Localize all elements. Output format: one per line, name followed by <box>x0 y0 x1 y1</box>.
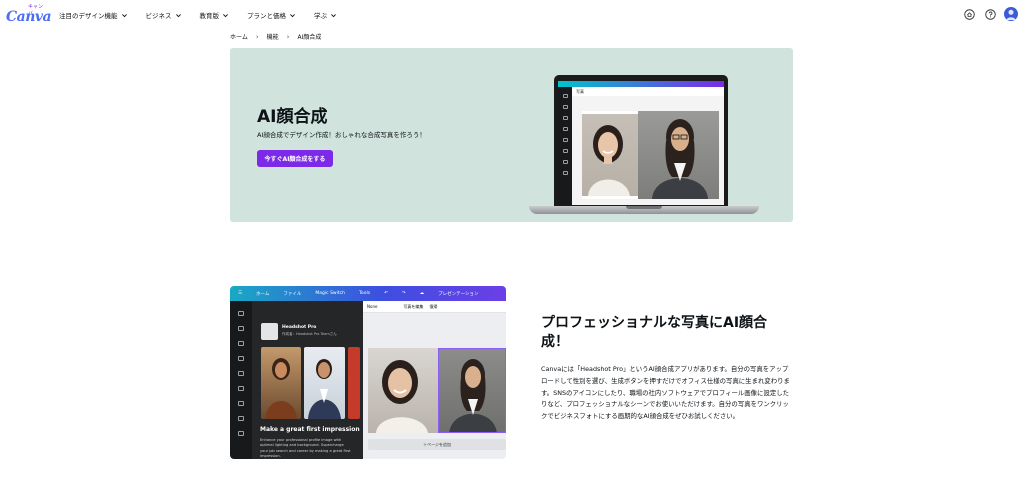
chevron-right-icon: › <box>255 32 259 41</box>
present-button: プレゼンテーション <box>438 291 479 297</box>
editor-toolbar: None 写真を編集 復帰 <box>363 301 506 313</box>
sample-photo-1 <box>261 347 301 419</box>
editor-topbar: ☰ ホーム ファイル Magic Switch Tools ↶ ↷ ☁ プレゼン… <box>230 286 506 301</box>
user-icon <box>1006 9 1016 20</box>
chevron-down-icon <box>121 13 127 17</box>
nav-actions <box>962 7 1018 21</box>
menu-item-education[interactable]: 教育版 <box>200 10 230 20</box>
menu-item-learn[interactable]: 学ぶ <box>314 10 337 20</box>
feature-body: Canvaには「Headshot Pro」というAI顔合成アプリがあります。自分… <box>541 365 790 421</box>
chevron-down-icon <box>175 13 181 17</box>
breadcrumb: ホーム › 機能 › AI顔合成 <box>230 32 322 42</box>
menu-item-label: 学ぶ <box>314 12 327 20</box>
menu-item-label: 教育版 <box>199 12 220 20</box>
home-icon[interactable] <box>962 7 976 21</box>
panel-description: Enhance your professional profile image … <box>260 438 351 458</box>
topbar-tools: Tools <box>358 291 371 296</box>
sample-photo-2 <box>304 347 345 419</box>
cta-button[interactable]: 今すぐAI顔合成をする <box>257 150 333 167</box>
undo-icon: ↶ <box>384 291 388 296</box>
breadcrumb-home[interactable]: ホーム <box>230 32 248 41</box>
add-page-button: ＋ページを追加 <box>368 439 506 450</box>
topbar-home: ホーム <box>256 291 270 297</box>
topbar-magic-switch: Magic Switch <box>315 291 345 296</box>
panel-heading: Make a great first impression <box>260 426 360 433</box>
topbar-file: ファイル <box>283 291 302 297</box>
app-name: Headshot Pro <box>282 325 317 330</box>
chevron-right-icon: › <box>286 32 290 41</box>
portrait-photo-business <box>438 348 506 433</box>
feature-text: プロフェッショナルな写真にAI顔合成！ Canvaには「Headshot Pro… <box>541 314 794 423</box>
topbar-menu-icon: ☰ <box>238 291 243 296</box>
cloud-icon: ☁ <box>419 291 425 296</box>
app-panel: Headshot Pro 作成者：Headshot Pro Teamさん Mak… <box>252 301 363 459</box>
menu-item-featured[interactable]: 注目のデザイン機能 <box>59 10 128 20</box>
logo-word: Canva <box>6 9 52 25</box>
laptop-notch <box>626 206 662 209</box>
editor-sidebar <box>558 87 572 205</box>
hero-banner: AI顔合成 AI顔合成でデザイン作成！おしゃれな合成写真を作ろう！ 今すぐAI顔… <box>230 48 793 222</box>
editor-canvas: ＋ページを追加 <box>363 313 506 459</box>
breadcrumb-current: AI顔合成 <box>297 34 322 41</box>
menu-item-label: 注目のデザイン機能 <box>59 12 118 20</box>
portrait-photo-casual <box>368 348 438 433</box>
menu-item-pricing[interactable]: プランと価格 <box>247 10 296 20</box>
app-thumbnail <box>261 323 278 340</box>
restore-item: 復帰 <box>429 303 438 309</box>
editor-doc-title: 写真 <box>572 87 724 96</box>
page-title: AI顔合成 <box>257 107 328 127</box>
font-select: None <box>367 304 378 309</box>
laptop-mockup: 写真 <box>529 75 759 222</box>
account-avatar[interactable] <box>1004 7 1018 21</box>
sample-photo-3 <box>348 347 360 419</box>
main-menu: 注目のデザイン機能 ビジネス 教育版 プランと価格 学ぶ <box>59 10 355 20</box>
feature-title: プロフェッショナルな写真にAI顔合成！ <box>541 315 768 350</box>
feature-screenshot: ☰ ホーム ファイル Magic Switch Tools ↶ ↷ ☁ プレゼン… <box>230 286 506 459</box>
help-icon[interactable] <box>983 7 997 21</box>
menu-item-label: ビジネス <box>145 12 172 20</box>
portrait-photo-casual <box>582 114 638 196</box>
menu-item-label: プランと価格 <box>247 12 286 20</box>
editor-screenshot: 写真 <box>558 81 724 205</box>
portrait-photo-business <box>638 111 719 199</box>
editor-canvas <box>582 111 719 199</box>
edit-photo-item: 写真を編集 <box>403 303 424 309</box>
editor-sidebar <box>230 301 252 459</box>
redo-icon: ↷ <box>401 291 406 296</box>
menu-item-business[interactable]: ビジネス <box>146 10 182 20</box>
chevron-down-icon <box>331 13 336 17</box>
hero-subtitle: AI顔合成でデザイン作成！おしゃれな合成写真を作ろう！ <box>257 131 426 139</box>
breadcrumb-features[interactable]: 機能 <box>267 32 279 41</box>
top-navigation: キャンバ Canva 注目のデザイン機能 ビジネス 教育版 プランと価格 学ぶ <box>0 0 1024 30</box>
chevron-down-icon <box>290 13 295 17</box>
canva-logo[interactable]: キャンバ Canva <box>6 4 52 27</box>
app-author: 作成者：Headshot Pro Teamさん <box>282 332 337 336</box>
chevron-down-icon <box>223 13 228 17</box>
